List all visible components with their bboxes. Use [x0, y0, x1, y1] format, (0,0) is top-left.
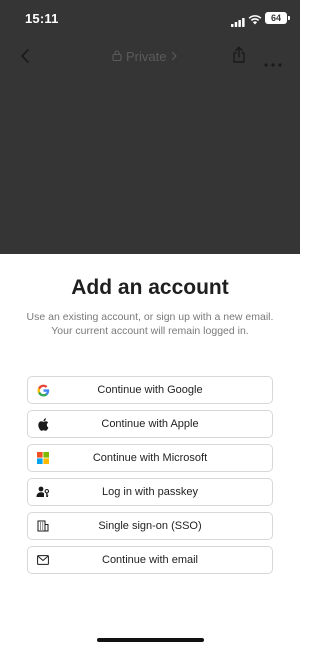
option-label: Continue with Apple	[101, 418, 199, 430]
option-label: Continue with Microsoft	[92, 452, 208, 464]
wifi-icon	[248, 12, 262, 30]
sign-in-options: Continue with Google Continue with Apple	[27, 376, 273, 580]
subtitle-line-2: Your current account will remain logged …	[51, 325, 249, 337]
microsoft-icon	[36, 451, 50, 465]
log-in-with-passkey-button[interactable]: Log in with passkey	[27, 478, 273, 506]
nav-title-group[interactable]: Private	[112, 49, 178, 64]
option-label: Continue with Google	[97, 384, 203, 396]
cellular-signal-icon	[231, 14, 245, 32]
dimmed-background[interactable]: 15:11 64 Private	[0, 0, 300, 254]
back-icon[interactable]	[18, 48, 32, 69]
option-label: Log in with passkey	[102, 486, 198, 498]
continue-with-google-button[interactable]: Continue with Google	[27, 376, 273, 404]
option-label: Continue with email	[102, 554, 198, 566]
nav-title: Private	[126, 49, 167, 64]
status-time: 15:11	[25, 11, 59, 26]
continue-with-email-button[interactable]: Continue with email	[27, 546, 273, 574]
continue-with-microsoft-button[interactable]: Continue with Microsoft	[27, 444, 273, 472]
subtitle-line-1: Use an existing account, or sign up with…	[26, 311, 274, 323]
battery-indicator: 64	[265, 12, 290, 24]
lock-icon	[112, 49, 122, 64]
sheet-title: Add an account	[71, 276, 229, 299]
single-sign-on-button[interactable]: Single sign-on (SSO)	[27, 512, 273, 540]
continue-with-apple-button[interactable]: Continue with Apple	[27, 410, 273, 438]
apple-icon	[36, 417, 50, 431]
nav-bar: Private	[0, 40, 300, 74]
status-bar: 15:11 64	[0, 0, 300, 38]
mail-icon	[36, 553, 50, 567]
passkey-icon	[36, 485, 50, 499]
sheet-subtitle: Use an existing account, or sign up with…	[14, 310, 286, 338]
google-icon	[36, 383, 50, 397]
share-icon[interactable]	[231, 46, 247, 69]
option-label: Single sign-on (SSO)	[98, 520, 202, 532]
building-icon	[36, 519, 50, 533]
chevron-right-icon	[170, 49, 178, 64]
home-indicator[interactable]	[97, 638, 204, 642]
more-icon[interactable]	[264, 54, 282, 72]
add-account-sheet: Add an account Use an existing account, …	[0, 254, 300, 649]
